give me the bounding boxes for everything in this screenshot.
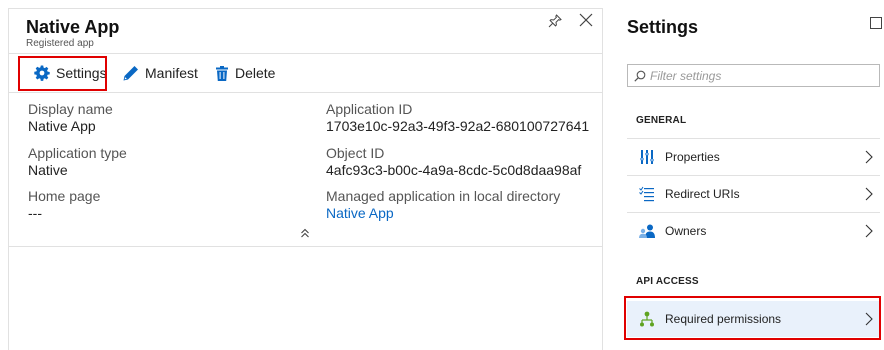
application-id-label: Application ID bbox=[326, 101, 413, 117]
application-type-label: Application type bbox=[28, 145, 127, 161]
pencil-icon bbox=[123, 66, 138, 81]
search-icon bbox=[634, 70, 646, 82]
menu-item-owners[interactable]: Owners bbox=[627, 213, 880, 249]
chevron-right-icon bbox=[865, 187, 873, 201]
chevron-right-icon bbox=[865, 150, 873, 164]
settings-highlight-box bbox=[18, 56, 107, 91]
blade-title: Native App bbox=[26, 17, 120, 37]
api-access-heading: API ACCESS bbox=[636, 276, 699, 287]
application-type-value: Native bbox=[28, 162, 68, 178]
managed-app-link[interactable]: Native App bbox=[326, 205, 394, 221]
maximize-icon[interactable] bbox=[870, 17, 882, 29]
filter-settings-input[interactable] bbox=[650, 68, 870, 83]
delete-button[interactable]: Delete bbox=[215, 62, 275, 84]
general-heading: GENERAL bbox=[636, 115, 687, 126]
close-icon[interactable] bbox=[578, 12, 594, 28]
menu-item-properties[interactable]: Properties bbox=[627, 139, 880, 175]
toolbar-divider-bottom bbox=[8, 92, 603, 93]
display-name-value: Native App bbox=[28, 118, 96, 134]
menu-item-redirect-uris[interactable]: Redirect URIs bbox=[627, 176, 880, 212]
object-id-value: 4afc93c3-b00c-4a9a-8cdc-5c0d8daa98af bbox=[326, 162, 582, 178]
collapse-icon[interactable] bbox=[300, 228, 310, 238]
blade-subtitle: Registered app bbox=[26, 38, 94, 49]
delete-button-label: Delete bbox=[235, 65, 276, 81]
manifest-button-label: Manifest bbox=[145, 65, 198, 81]
menu-item-label: Redirect URIs bbox=[665, 187, 740, 201]
essentials-divider bbox=[8, 246, 603, 247]
home-page-label: Home page bbox=[28, 188, 101, 204]
properties-icon bbox=[640, 150, 654, 164]
managed-app-label: Managed application in local directory bbox=[326, 188, 561, 204]
menu-item-label: Properties bbox=[665, 150, 720, 164]
toolbar-divider-top bbox=[8, 53, 603, 54]
trash-icon bbox=[216, 65, 228, 81]
menu-item-label: Owners bbox=[665, 224, 707, 238]
chevron-right-icon bbox=[865, 224, 873, 238]
application-id-value: 1703e10c-92a3-49f3-92a2-680100727641 bbox=[326, 118, 590, 134]
home-page-value: --- bbox=[28, 205, 42, 221]
pin-icon[interactable] bbox=[548, 14, 562, 28]
required-permissions-highlight-box bbox=[624, 296, 881, 340]
redirect-uris-icon bbox=[639, 186, 654, 202]
owners-icon bbox=[639, 224, 655, 238]
filter-settings-box[interactable] bbox=[627, 64, 880, 87]
display-name-label: Display name bbox=[28, 101, 113, 117]
manifest-button[interactable]: Manifest bbox=[122, 62, 198, 84]
object-id-label: Object ID bbox=[326, 145, 385, 161]
settings-title: Settings bbox=[627, 17, 699, 37]
